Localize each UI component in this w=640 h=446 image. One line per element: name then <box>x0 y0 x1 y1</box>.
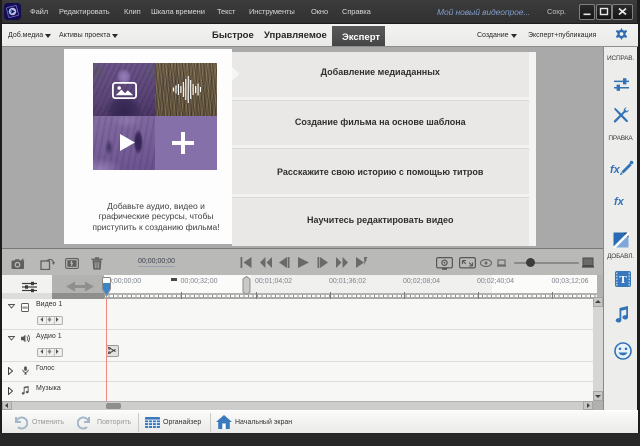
svg-text:fx: fx <box>610 164 621 176</box>
svg-text:T: T <box>619 274 627 286</box>
